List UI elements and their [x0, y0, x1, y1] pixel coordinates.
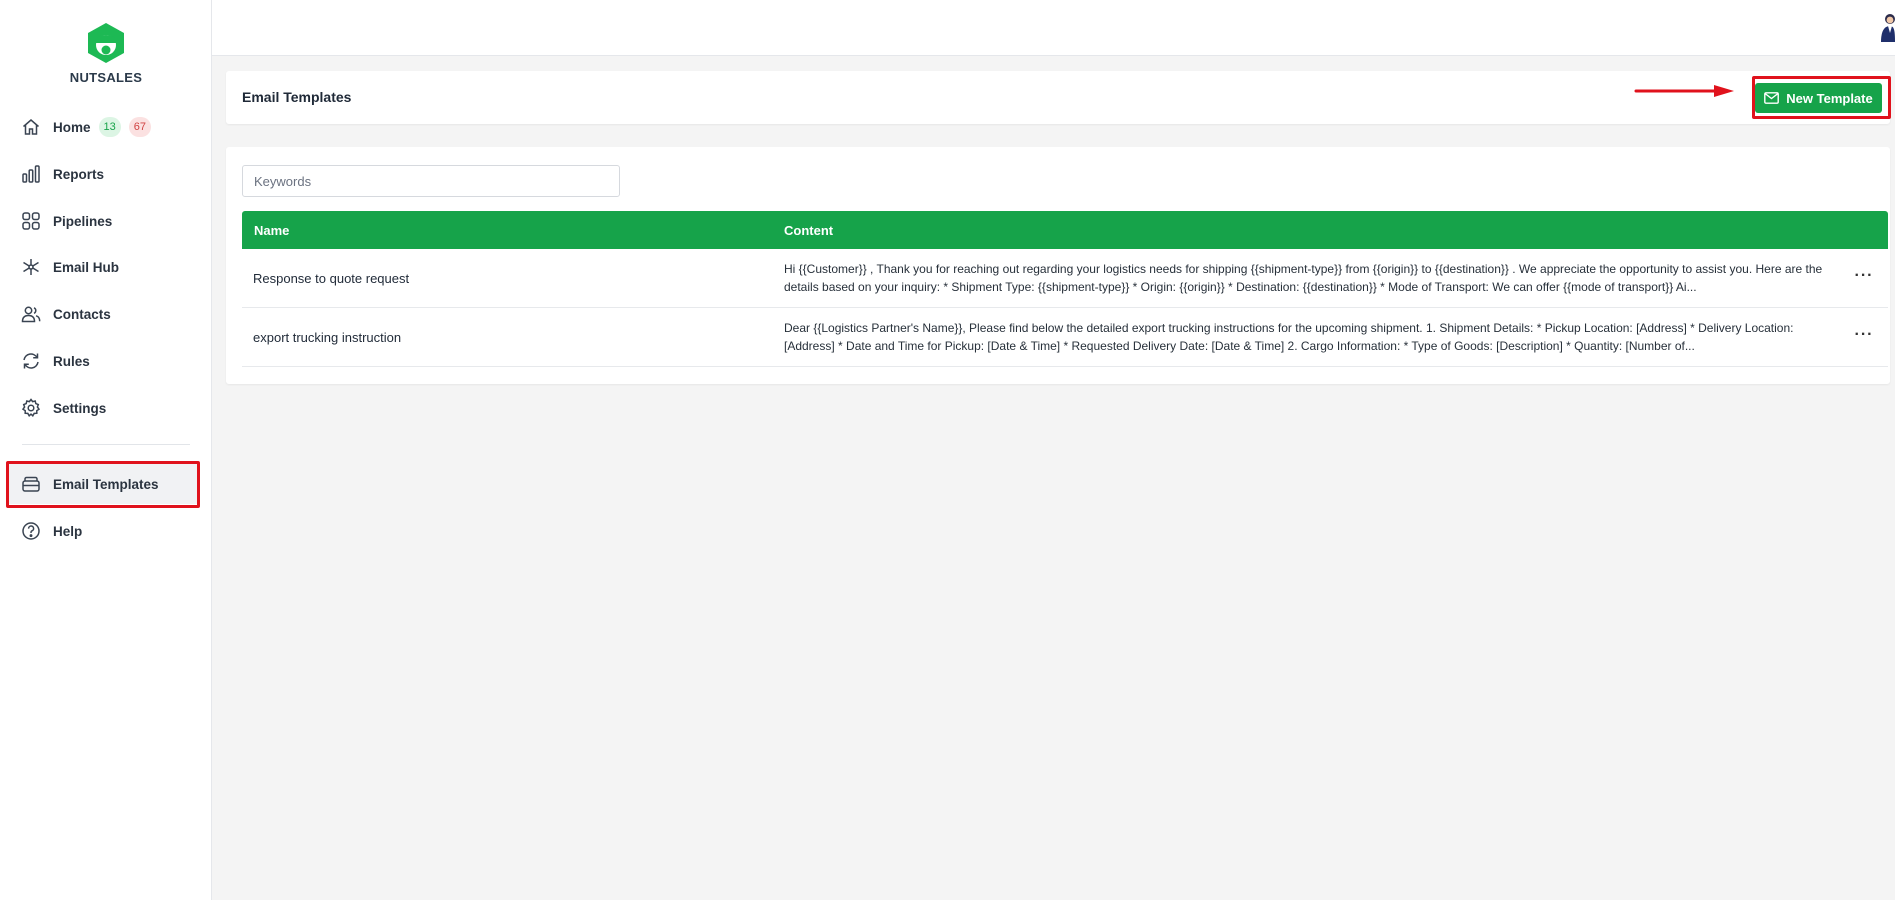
table-row[interactable]: export trucking instruction Dear {{Logis…	[242, 308, 1888, 367]
table-row[interactable]: Response to quote request Hi {{Customer}…	[242, 249, 1888, 308]
users-icon	[21, 304, 41, 324]
sidebar-item-label: Rules	[53, 353, 90, 369]
pointer-arrow-icon	[1634, 85, 1734, 97]
top-bar	[212, 0, 1895, 56]
sidebar-item-label: Pipelines	[53, 213, 113, 229]
template-content: Dear {{Logistics Partner's Name}}, Pleas…	[784, 321, 1794, 353]
sidebar-item-label: Reports	[53, 166, 105, 182]
refresh-icon	[21, 351, 41, 371]
template-name: Response to quote request	[253, 271, 410, 286]
more-options-icon[interactable]: ···	[1852, 326, 1876, 346]
sidebar-item-home[interactable]: Home 13 67	[8, 107, 198, 147]
new-template-label: New Template	[1786, 90, 1873, 106]
sidebar-divider	[22, 444, 190, 445]
help-icon	[21, 521, 41, 541]
home-icon	[21, 117, 41, 137]
sidebar-item-contacts[interactable]: Contacts	[8, 294, 198, 334]
count-badge-red: 67	[128, 117, 152, 137]
count-badge-green: 13	[98, 117, 121, 137]
sidebar-item-email-templates[interactable]: Email Templates	[8, 464, 198, 504]
grid-icon	[21, 211, 41, 231]
template-name: export trucking instruction	[253, 330, 402, 345]
mail-icon	[1764, 92, 1780, 104]
templates-panel: Name Content Response to quote request H…	[226, 147, 1890, 384]
sidebar-item-label: Email Hub	[53, 259, 120, 275]
brand-name: NUTSALES	[69, 70, 143, 85]
page-title: Email Templates	[242, 89, 352, 105]
sidebar-item-label: Help	[53, 523, 83, 539]
new-template-button[interactable]: New Template	[1755, 83, 1882, 113]
column-header-content: Content	[784, 223, 834, 238]
template-content: Hi {{Customer}} , Thank you for reaching…	[784, 262, 1823, 294]
hub-icon	[21, 257, 41, 277]
sidebar-item-reports[interactable]: Reports	[8, 154, 198, 194]
search-input[interactable]	[242, 165, 620, 197]
avatar[interactable]	[1879, 12, 1895, 42]
sidebar: NUTSALES Home 13 67 Reports Pipelines Em…	[0, 0, 212, 900]
sidebar-item-label: Email Templates	[53, 476, 159, 492]
sidebar-item-email-hub[interactable]: Email Hub	[8, 247, 198, 287]
inbox-icon	[21, 474, 41, 494]
sidebar-item-label: Contacts	[53, 306, 111, 322]
gear-icon	[21, 398, 41, 418]
sidebar-item-label: Home	[53, 119, 91, 135]
sidebar-item-rules[interactable]: Rules	[8, 341, 198, 381]
sidebar-item-settings[interactable]: Settings	[8, 388, 198, 428]
sidebar-item-help[interactable]: Help	[8, 511, 198, 551]
bar-chart-icon	[21, 164, 41, 184]
table-header: Name Content	[242, 211, 1888, 249]
column-header-name: Name	[254, 223, 290, 238]
sidebar-item-pipelines[interactable]: Pipelines	[8, 201, 198, 241]
brand-logo[interactable]: NUTSALES	[0, 22, 212, 85]
nutsales-logo-icon	[88, 23, 124, 63]
sidebar-item-label: Settings	[53, 400, 107, 416]
more-options-icon[interactable]: ···	[1852, 267, 1876, 287]
